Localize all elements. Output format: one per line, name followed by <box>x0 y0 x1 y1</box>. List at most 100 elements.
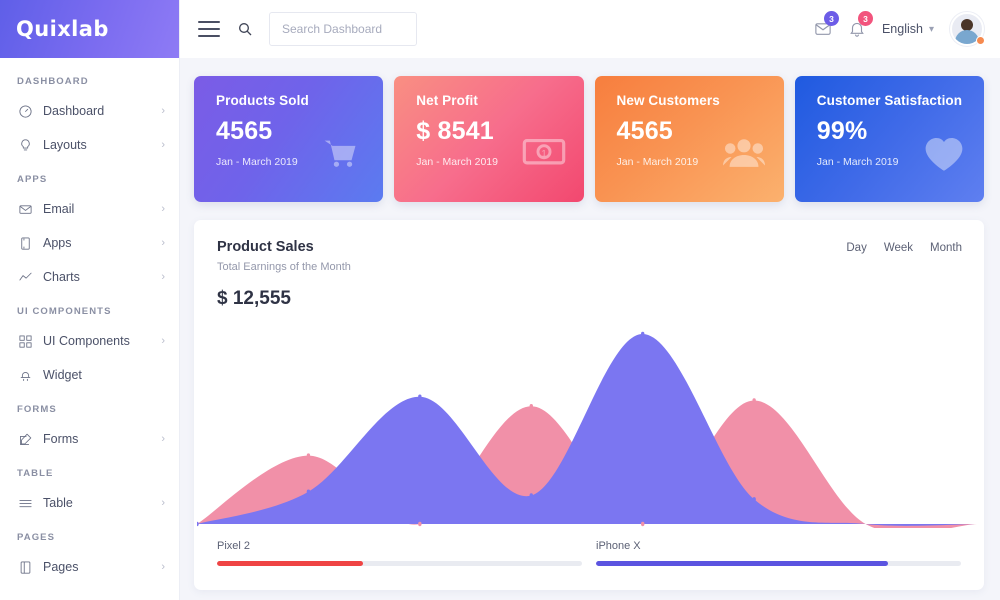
chevron-right-icon: › <box>161 138 165 151</box>
chart-point <box>752 398 756 403</box>
status-dot <box>976 36 985 45</box>
book-icon <box>17 559 34 576</box>
chart-point <box>529 493 534 498</box>
chevron-right-icon: › <box>161 496 165 509</box>
sidebar-item-ui-components[interactable]: UI Components › <box>0 324 179 358</box>
device-progress-list: Pixel 2 iPhone X <box>194 528 984 590</box>
sidebar-item-pages[interactable]: Pages › <box>0 550 179 584</box>
progress-label: Pixel 2 <box>217 540 251 552</box>
sidebar-item-label: Table <box>43 496 73 510</box>
sidebar-section-label: DASHBOARD <box>17 76 89 87</box>
chevron-right-icon: › <box>161 560 165 573</box>
chart-point <box>752 497 756 502</box>
chart-point <box>640 521 645 527</box>
chevron-down-icon: ▾ <box>928 23 934 35</box>
stat-card-title: Products Sold <box>216 93 309 108</box>
chart-point <box>418 394 422 399</box>
sidebar-item-dashboard[interactable]: Dashboard › <box>0 94 179 128</box>
pencil-square-icon <box>17 431 34 448</box>
progress-fill <box>596 561 888 566</box>
notifications-button[interactable]: 3 <box>848 11 873 38</box>
widget-icon <box>17 367 34 384</box>
chart-point <box>197 521 199 527</box>
sales-area-chart <box>197 328 977 528</box>
sidebar-item-label: Layouts <box>43 138 87 152</box>
stat-card-customer-satisfaction[interactable]: Customer Satisfaction 99% Jan - March 2019 <box>794 76 984 202</box>
sidebar-item-label: Pages <box>43 560 79 574</box>
chevron-right-icon: › <box>161 236 165 249</box>
chevron-right-icon: › <box>161 202 165 215</box>
menu-toggle-icon[interactable] <box>198 21 220 37</box>
range-tab-week[interactable]: Week <box>884 242 913 254</box>
stat-card-products-sold[interactable]: Products Sold 4565 Jan - March 2019 <box>194 76 384 202</box>
sidebar-item-apps[interactable]: Apps › <box>0 226 179 260</box>
progress-item-pixel-2: Pixel 2 <box>217 540 582 590</box>
search-icon[interactable] <box>237 21 253 37</box>
envelope-icon <box>17 201 34 218</box>
sidebar-item-label: Forms <box>43 432 79 446</box>
chart-point <box>306 489 311 494</box>
chart-point <box>418 521 422 527</box>
progress-item-iphone-x: iPhone X <box>596 540 961 590</box>
panel-subtitle: Total Earnings of the Month <box>217 261 351 273</box>
grid-icon <box>17 333 34 350</box>
notifications-badge: 3 <box>857 11 873 26</box>
search-input[interactable] <box>269 12 417 46</box>
panel-header: Product Sales Total Earnings of the Mont… <box>194 220 984 273</box>
progress-label: iPhone X <box>596 540 641 552</box>
chart-point <box>306 453 311 458</box>
top-navbar: 3 3 English ▾ <box>180 0 1000 58</box>
dashboard-app: Quixlab DASHBOARD Dashboard › Layouts › APPS E… <box>0 0 1000 600</box>
line-chart-icon <box>17 269 34 286</box>
sidebar-item-label: Widget <box>43 368 82 382</box>
range-tabs: Day Week Month <box>846 239 962 254</box>
sidebar-item-label: Apps <box>43 236 72 250</box>
sidebar-section-label: TABLE <box>17 468 54 479</box>
speedometer-icon <box>17 103 34 120</box>
user-avatar-button[interactable] <box>950 12 985 46</box>
chevron-right-icon: › <box>161 270 165 283</box>
chevron-right-icon: › <box>161 432 165 445</box>
sidebar-section-label: APPS <box>17 174 48 185</box>
sidebar-item-charts[interactable]: Charts › <box>0 260 179 294</box>
chart-area-series-1 <box>197 333 977 526</box>
messages-badge: 3 <box>823 11 839 26</box>
stat-card-title: New Customers <box>616 93 720 108</box>
range-tab-day[interactable]: Day <box>846 242 866 254</box>
sidebar-item-layouts[interactable]: Layouts › <box>0 128 179 162</box>
progress-track[interactable] <box>596 561 961 566</box>
messages-button[interactable]: 3 <box>814 11 839 38</box>
sidebar-item-email[interactable]: Email › <box>0 192 179 226</box>
language-selector[interactable]: English ▾ <box>882 22 934 36</box>
users-icon <box>721 134 767 176</box>
stat-card-title: Net Profit <box>416 93 478 108</box>
topbar-right: 3 3 English ▾ <box>814 11 985 46</box>
stat-card-new-customers[interactable]: New Customers 4565 Jan - March 2019 <box>594 76 784 202</box>
language-label: English <box>881 22 923 36</box>
sidebar-item-widget[interactable]: Widget <box>0 358 179 392</box>
progress-track[interactable] <box>217 561 582 566</box>
sidebar-item-table[interactable]: Table › <box>0 486 179 520</box>
sidebar-section-label: PAGES <box>17 532 56 543</box>
sidebar: Quixlab DASHBOARD Dashboard › Layouts › APPS E… <box>0 0 180 600</box>
chart-point <box>529 404 534 409</box>
brand-logo[interactable]: Quixlab <box>0 0 179 58</box>
sidebar-item-forms[interactable]: Forms › <box>0 422 179 456</box>
range-tab-month[interactable]: Month <box>930 242 962 254</box>
list-icon <box>17 495 34 512</box>
bulb-icon <box>17 137 34 154</box>
chevron-right-icon: › <box>161 104 165 117</box>
stat-cards: Products Sold 4565 Jan - March 2019 Net Pro… <box>194 76 992 202</box>
product-sales-panel: Product Sales Total Earnings of the Mont… <box>194 220 984 590</box>
chevron-right-icon: › <box>161 334 165 347</box>
stat-card-net-profit[interactable]: Net Profit $ 8541 Jan - March 2019 1 <box>394 76 584 202</box>
sidebar-item-label: UI Components <box>43 334 130 348</box>
banknote-icon: 1 <box>521 134 567 176</box>
heart-icon <box>921 134 967 176</box>
stat-card-title: Customer Satisfaction <box>816 93 963 108</box>
sidebar-nav: DASHBOARD Dashboard › Layouts › APPS Email › App… <box>0 58 179 584</box>
brand-name: Quixlab <box>16 17 109 41</box>
content-area: Products Sold 4565 Jan - March 2019 Net Pro… <box>180 58 1000 600</box>
sidebar-item-label: Dashboard <box>43 104 105 118</box>
panel-title: Product Sales <box>217 239 314 255</box>
